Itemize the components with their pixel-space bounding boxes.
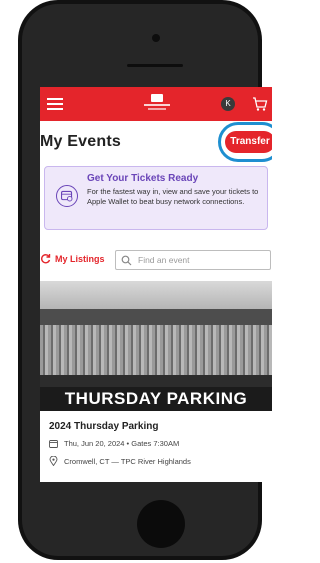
my-listings-label: My Listings	[55, 253, 105, 264]
speaker-grille	[127, 64, 183, 67]
avatar[interactable]: K	[221, 97, 235, 111]
hamburger-icon[interactable]	[47, 98, 63, 110]
ticket-wallet-icon	[56, 185, 78, 207]
location-pin-icon	[49, 456, 58, 466]
calendar-icon	[49, 440, 58, 448]
search-icon	[121, 255, 132, 266]
cart-icon[interactable]	[252, 96, 268, 112]
search-input[interactable]: Find an event	[115, 250, 271, 270]
event-image[interactable]: THURSDAY PARKING	[40, 281, 272, 411]
tickets-ready-banner[interactable]: Get Your Tickets Ready For the fastest w…	[44, 166, 268, 230]
highlight-circle	[218, 122, 272, 162]
event-location-row: Cromwell, CT — TPC River Highlands	[49, 456, 191, 466]
page-title: My Events	[40, 133, 121, 150]
event-date-row: Thu, Jun 20, 2024 • Gates 7:30AM	[49, 439, 179, 448]
my-listings-link[interactable]: My Listings	[40, 253, 105, 264]
camera-icon	[152, 34, 160, 42]
top-nav-bar: K	[40, 87, 272, 121]
event-image-caption: THURSDAY PARKING	[40, 387, 272, 411]
event-title[interactable]: 2024 Thursday Parking	[49, 421, 159, 432]
refresh-icon	[41, 254, 51, 264]
banner-title: Get Your Tickets Ready	[87, 173, 199, 184]
event-date: Thu, Jun 20, 2024 • Gates 7:30AM	[64, 439, 180, 448]
app-screen: K My Events Transfer Get Your Tickets Re…	[40, 87, 272, 482]
banner-text: For the fastest way in, view and save yo…	[87, 187, 259, 206]
home-button[interactable]	[137, 500, 185, 548]
ticket-logo[interactable]	[140, 94, 174, 114]
search-placeholder: Find an event	[138, 255, 190, 265]
event-location: Cromwell, CT — TPC River Highlands	[64, 456, 191, 466]
